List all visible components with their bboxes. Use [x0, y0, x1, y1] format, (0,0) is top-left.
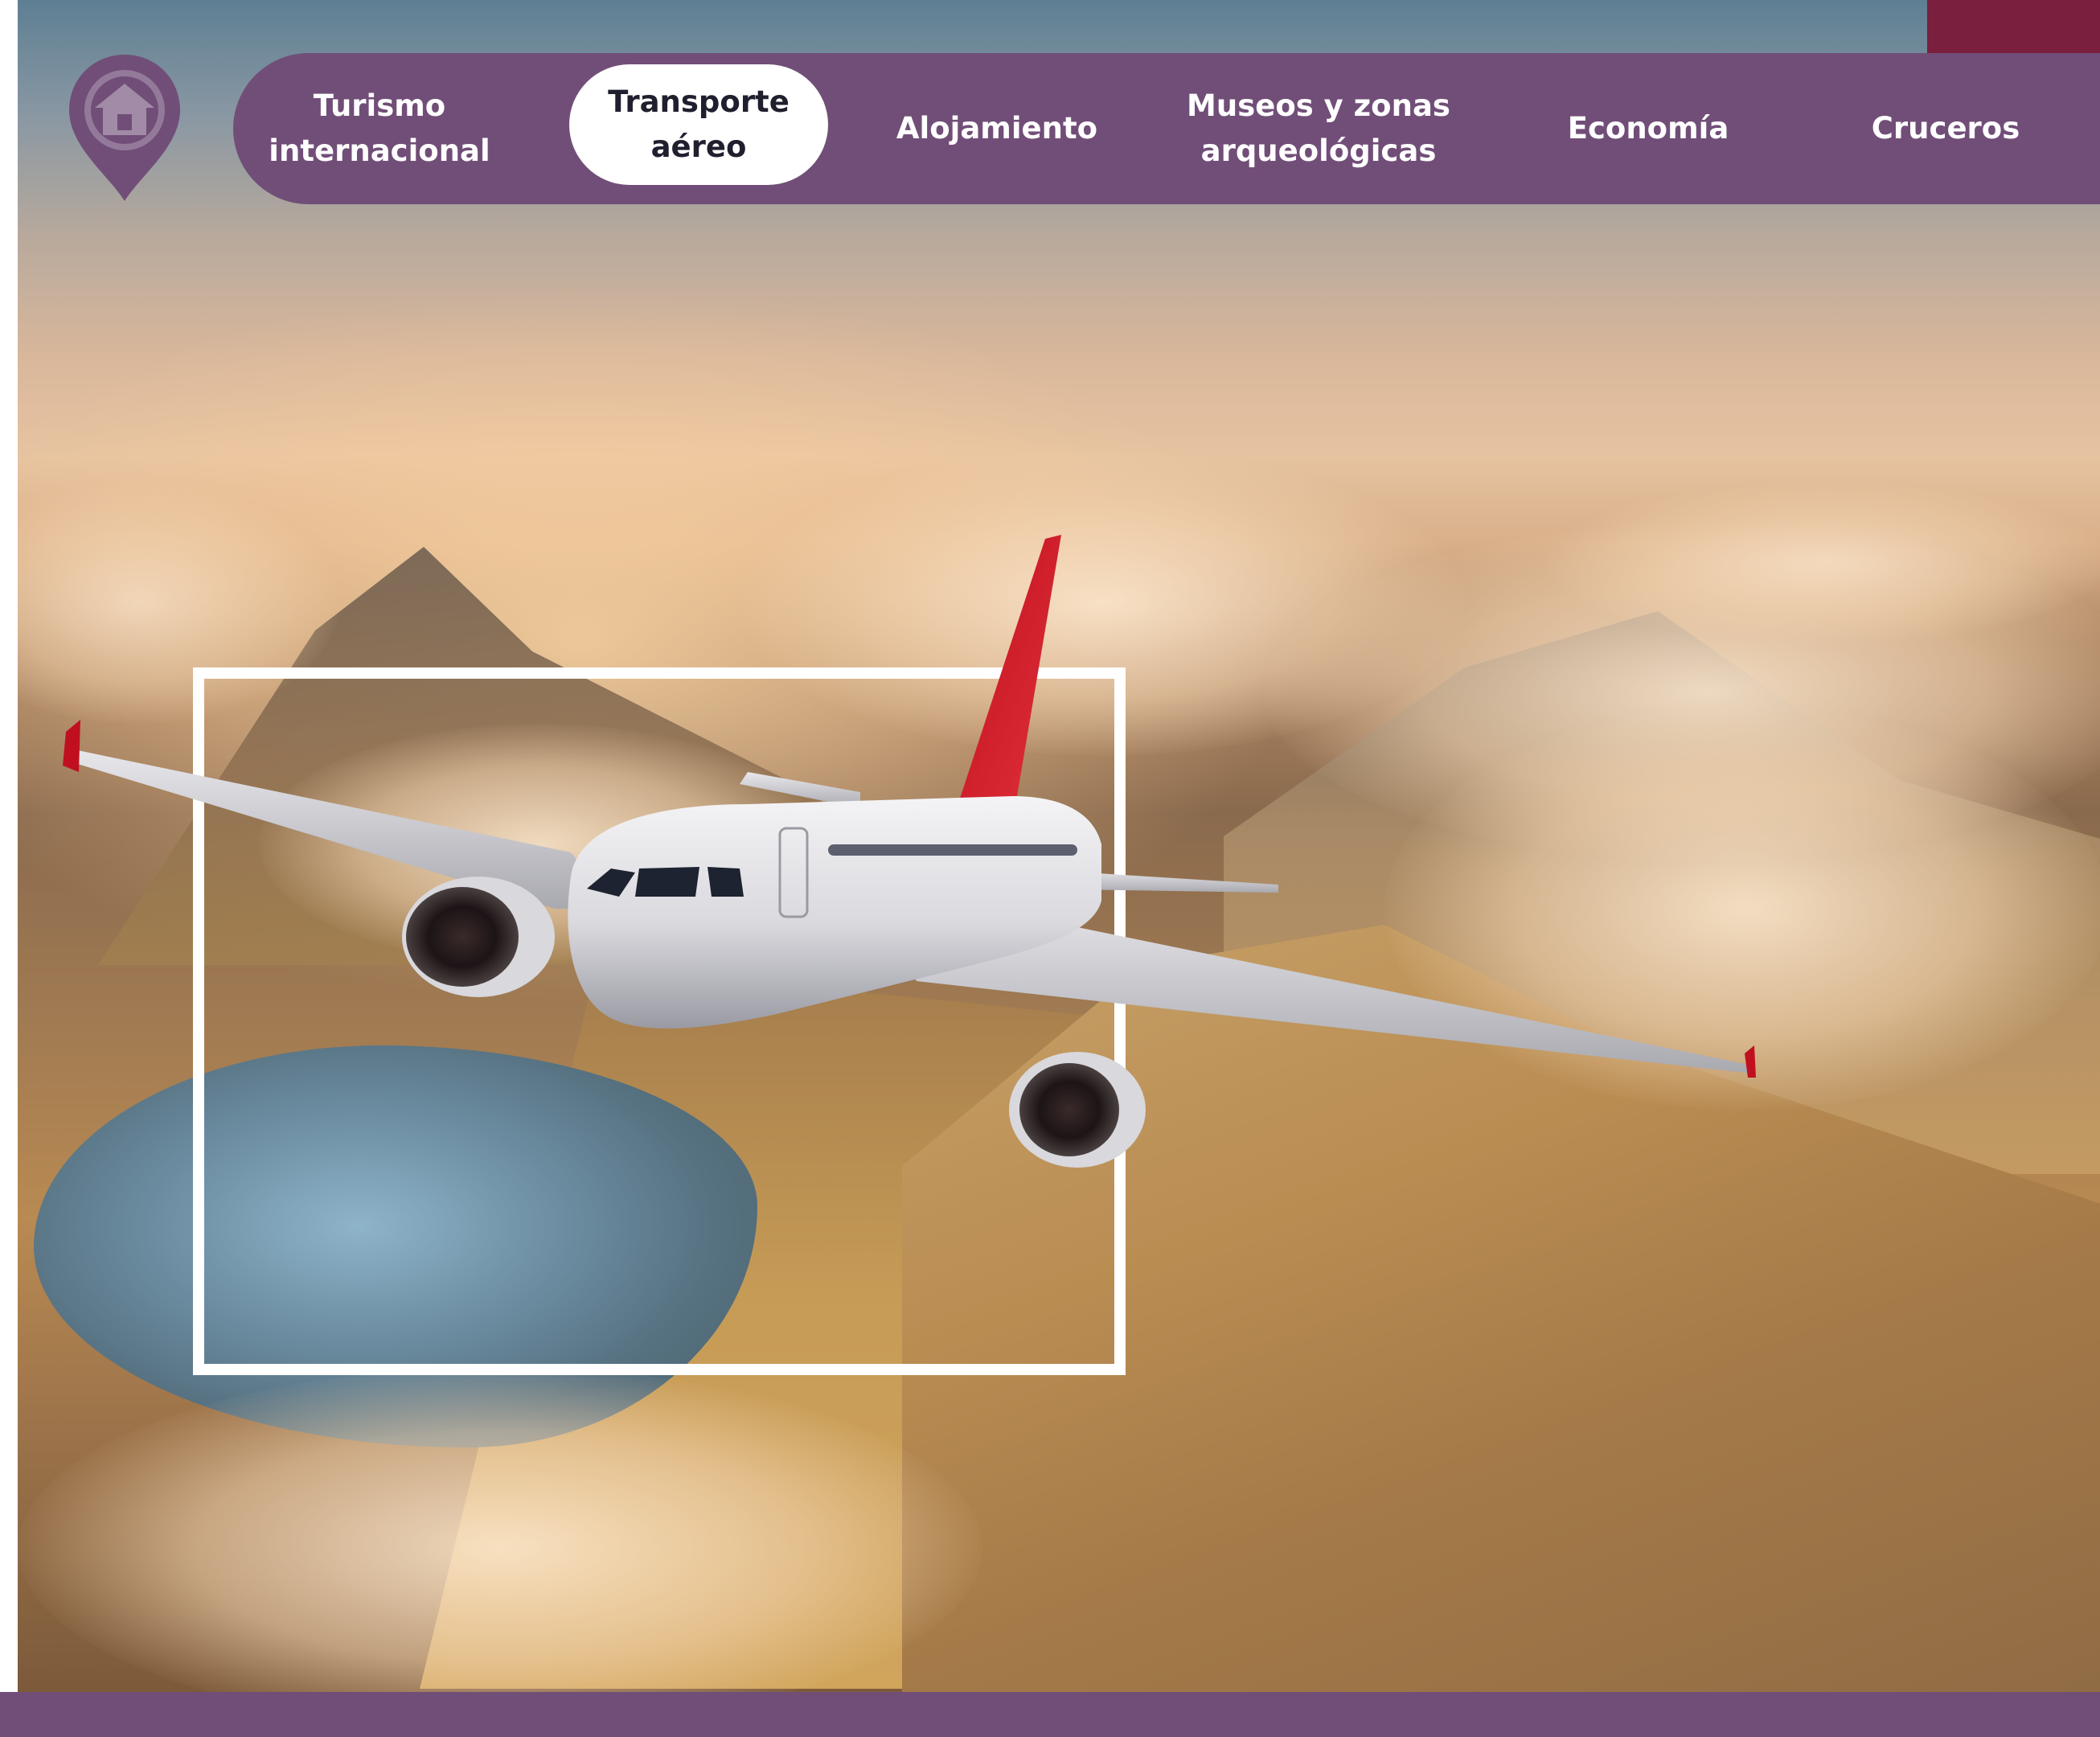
right-engine-intake [1019, 1063, 1119, 1156]
fuselage [568, 796, 1101, 1029]
nav-item-label-line: Cruceros [1871, 111, 2020, 146]
footer-band [0, 1692, 2100, 1737]
nav-item-label-line: Turismo [313, 88, 446, 123]
nav-item-turismo-internacional[interactable]: Turismo internacional [249, 53, 510, 204]
corner-accent [1927, 0, 2100, 53]
nav-item-cruceros[interactable]: Cruceros [1809, 53, 2082, 204]
nav-item-transporte-aereo[interactable]: Transporte aéreo [569, 64, 828, 185]
left-wing [64, 748, 619, 909]
nav-item-economia[interactable]: Economía [1503, 53, 1793, 204]
cockpit-window [708, 867, 744, 897]
nav-item-label-line: Alojamiento [896, 111, 1098, 146]
nav-item-label-line: Economía [1567, 111, 1729, 146]
main-nav: Turismo internacional Transporte aéreo A… [233, 53, 2100, 204]
cabin-windows [828, 844, 1077, 856]
home-button[interactable] [64, 51, 185, 204]
nav-item-museos-zonas-arqueologicas[interactable]: Museos y zonas arqueológicas [1158, 53, 1479, 204]
nav-item-label-line: internacional [269, 133, 490, 168]
tail-fin [957, 535, 1061, 808]
nav-item-label-line: Museos y zonas [1187, 88, 1450, 123]
left-engine-intake [406, 887, 519, 987]
nav-item-label-line: Transporte [608, 84, 790, 119]
airplane-illustration [63, 535, 1756, 1168]
left-wingtip [63, 720, 80, 772]
page: Turismo internacional Transporte aéreo A… [0, 0, 2100, 1737]
home-pin-icon [69, 55, 180, 201]
nav-item-label-line: arqueológicas [1200, 133, 1437, 168]
nav-item-label-line: aéreo [650, 129, 747, 164]
nav-item-alojamiento[interactable]: Alojamiento [860, 53, 1134, 204]
cockpit-window [635, 867, 699, 897]
